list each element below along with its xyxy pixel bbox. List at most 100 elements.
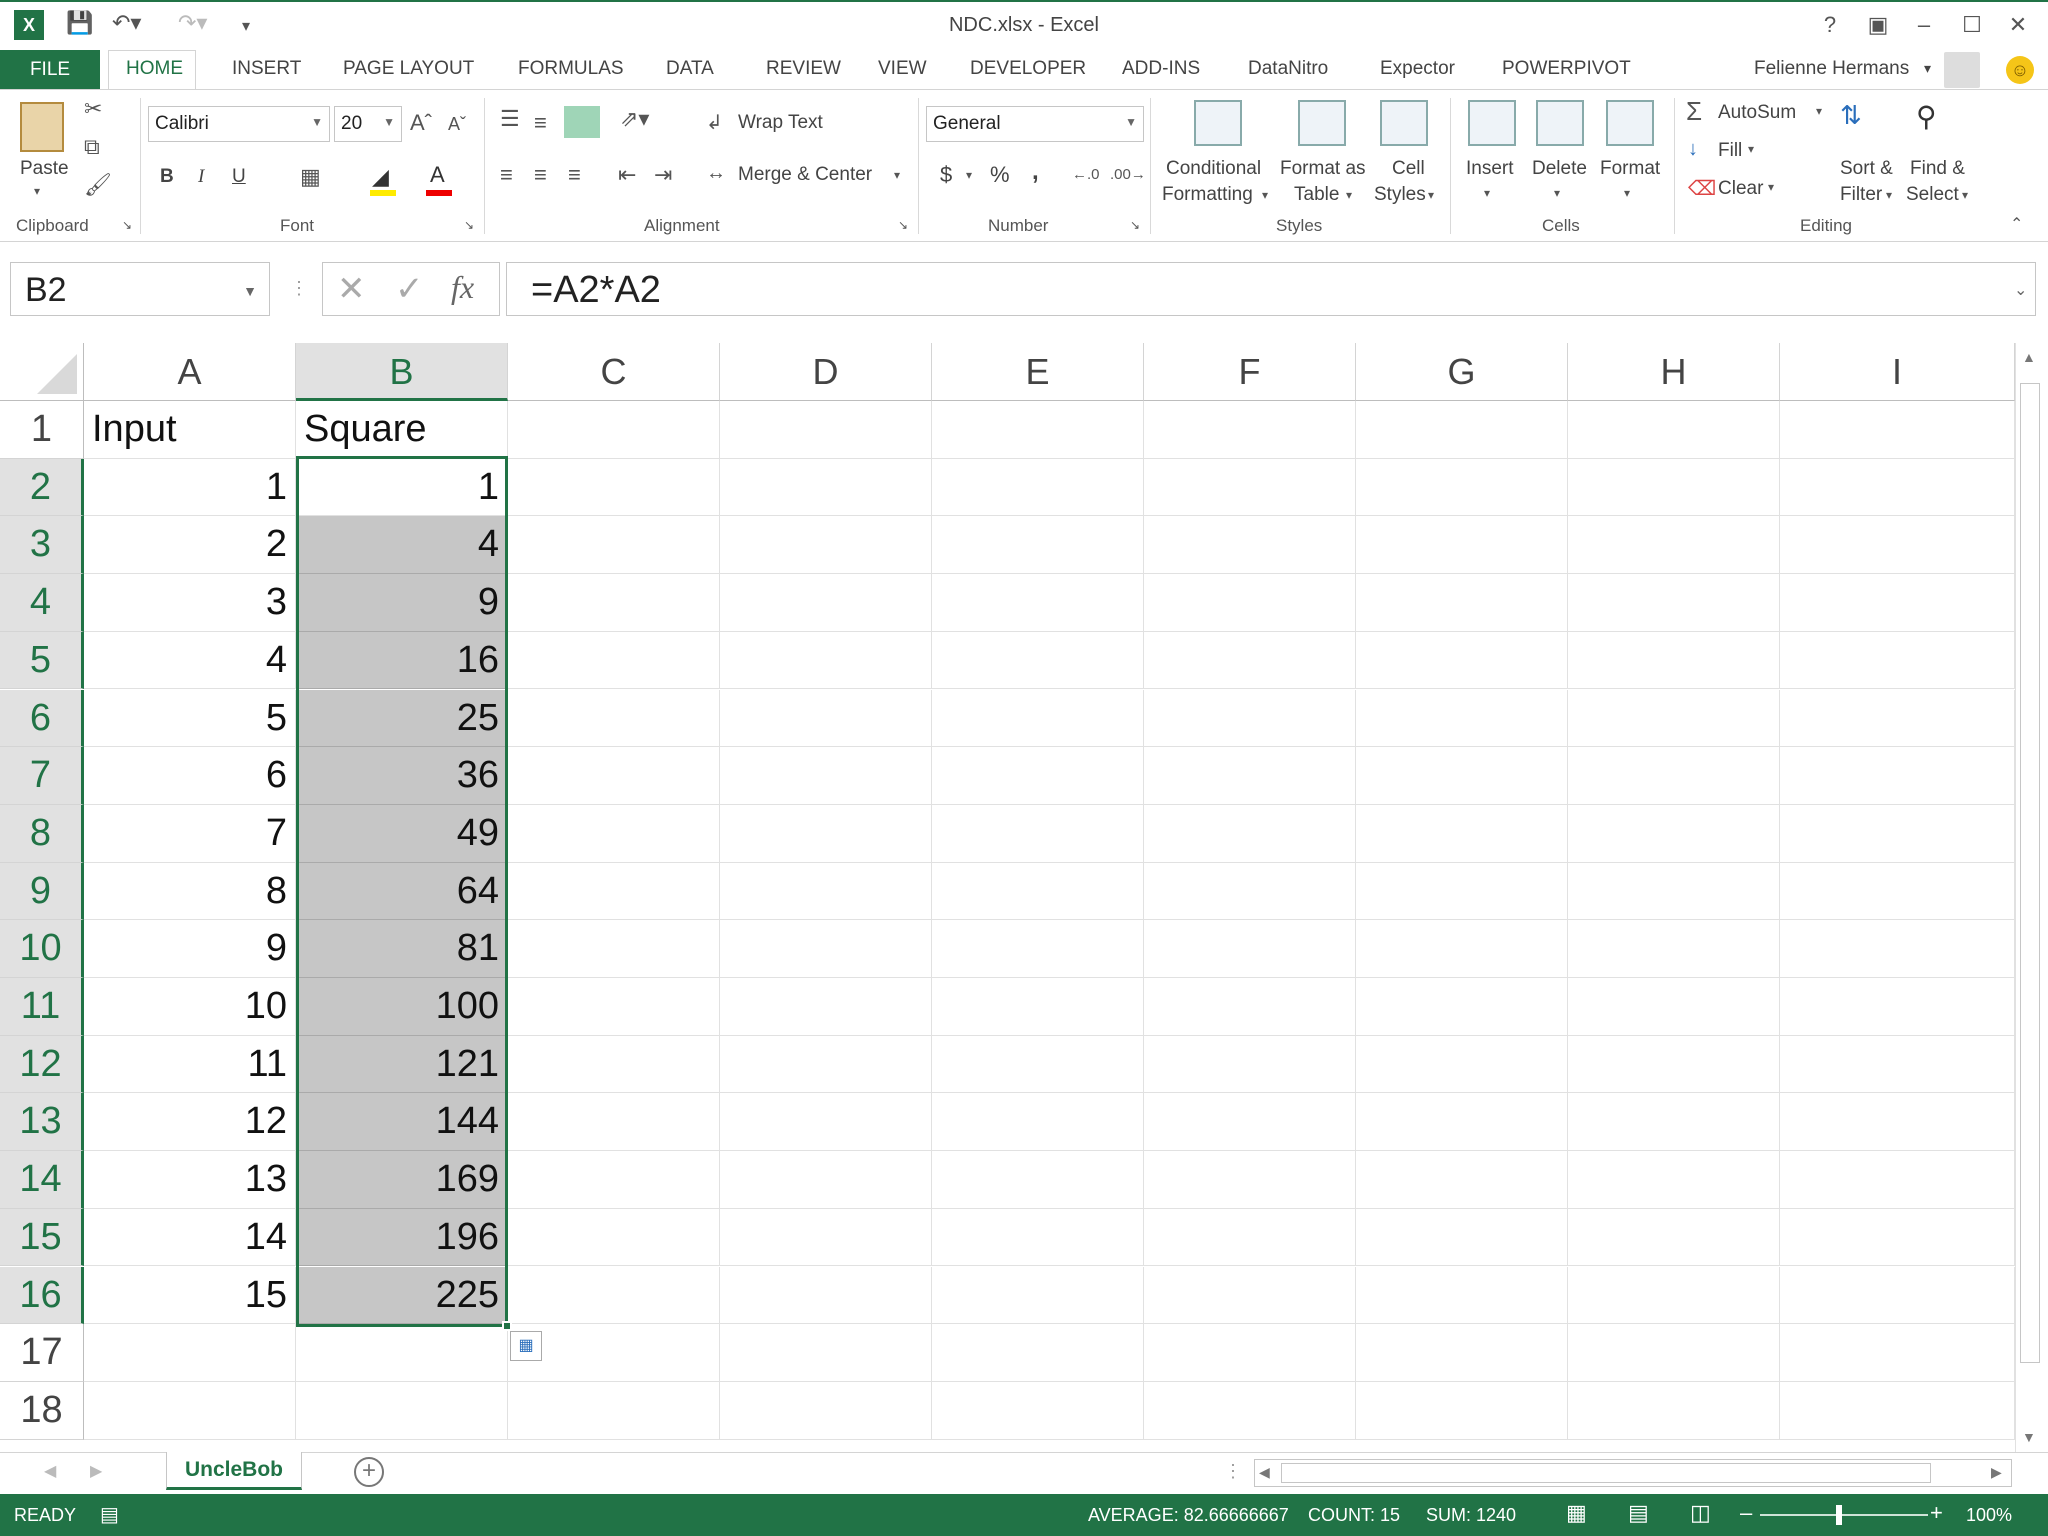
cell-H15[interactable]	[1568, 1208, 1780, 1267]
cell-E14[interactable]	[932, 1151, 1144, 1209]
cell-H4[interactable]	[1568, 574, 1780, 632]
row-header[interactable]: 16	[0, 1266, 84, 1325]
cell-B1[interactable]: Square	[296, 401, 508, 459]
row-header[interactable]: 10	[0, 920, 84, 978]
row-header[interactable]: 4	[0, 574, 84, 632]
cell-A9[interactable]: 8	[84, 862, 296, 921]
row-header[interactable]: 5	[0, 631, 84, 690]
cell-A15[interactable]: 14	[84, 1208, 296, 1267]
cell-A8[interactable]: 7	[84, 804, 296, 863]
percent-button[interactable]: %	[990, 162, 1010, 188]
cell-D17[interactable]	[720, 1324, 932, 1382]
cell-A18[interactable]	[84, 1381, 296, 1440]
number-format-combo[interactable]: General ▼	[926, 106, 1144, 142]
cell-H18[interactable]	[1568, 1381, 1780, 1440]
tab-formulas[interactable]: FORMULAS	[518, 58, 624, 80]
minimize-icon[interactable]: –	[1904, 12, 1944, 38]
cell-I3[interactable]	[1780, 516, 2015, 575]
cell-A16[interactable]: 15	[84, 1266, 296, 1325]
tab-developer[interactable]: DEVELOPER	[970, 58, 1086, 80]
sheet-scroll-left-icon[interactable]: ◀	[44, 1461, 56, 1481]
cell-G18[interactable]	[1356, 1381, 1568, 1440]
cell-G13[interactable]	[1356, 1093, 1568, 1152]
cell-H9[interactable]	[1568, 862, 1780, 921]
scroll-up-icon[interactable]: ▲	[2022, 349, 2036, 365]
cell-C13[interactable]	[508, 1093, 720, 1152]
smiley-feedback-icon[interactable]: ☺	[2006, 56, 2034, 84]
cell-I16[interactable]	[1780, 1266, 2015, 1325]
cell-D8[interactable]	[720, 804, 932, 863]
autosum-button[interactable]: AutoSum	[1718, 102, 1796, 124]
cell-C7[interactable]	[508, 747, 720, 805]
tab-insert[interactable]: INSERT	[232, 58, 301, 80]
tab-review[interactable]: REVIEW	[766, 58, 841, 80]
cell-H6[interactable]	[1568, 689, 1780, 748]
cell-C18[interactable]	[508, 1381, 720, 1440]
cell-F4[interactable]	[1144, 574, 1356, 632]
zoom-slider-thumb[interactable]	[1836, 1505, 1842, 1525]
cell-C5[interactable]	[508, 631, 720, 690]
orientation-icon[interactable]: ⇗▾	[620, 106, 649, 132]
conditional-formatting-label-1[interactable]: Conditional	[1166, 158, 1261, 180]
insert-chevron-icon[interactable]: ▾	[1484, 186, 1490, 200]
cell-G12[interactable]	[1356, 1035, 1568, 1094]
cell-F12[interactable]	[1144, 1035, 1356, 1094]
delete-cells-icon[interactable]	[1536, 100, 1584, 146]
cell-E5[interactable]	[932, 631, 1144, 690]
zoom-slider-track[interactable]	[1760, 1514, 1928, 1516]
cell-C1[interactable]	[508, 401, 720, 459]
paste-chevron-icon[interactable]: ▾	[34, 184, 40, 198]
wrap-text-button[interactable]: Wrap Text	[738, 112, 823, 134]
font-color-icon[interactable]: A	[430, 162, 445, 188]
align-bottom-icon[interactable]	[564, 106, 600, 138]
sort-filter-chevron-icon[interactable]: ▾	[1886, 188, 1892, 202]
formula-input[interactable]: =A2*A2	[506, 262, 2036, 316]
merge-center-icon[interactable]: ↔	[706, 162, 726, 185]
increase-indent-icon[interactable]: ⇥	[654, 162, 672, 188]
cell-B17[interactable]	[296, 1324, 508, 1382]
format-as-table-label-1[interactable]: Format as	[1280, 158, 1366, 180]
fill-chevron-icon[interactable]: ▾	[1748, 142, 1754, 156]
tab-split-handle-icon[interactable]: ⋮	[1224, 1461, 1242, 1482]
cell-I14[interactable]	[1780, 1151, 2015, 1209]
clear-button[interactable]: Clear	[1718, 178, 1763, 200]
currency-button[interactable]: $	[940, 162, 952, 188]
row-header[interactable]: 15	[0, 1208, 84, 1267]
cell-styles-label-2[interactable]: Styles	[1374, 184, 1426, 206]
cell-G14[interactable]	[1356, 1151, 1568, 1209]
align-center-icon[interactable]: ≡	[534, 162, 547, 188]
cell-D16[interactable]	[720, 1266, 932, 1325]
cell-E16[interactable]	[932, 1266, 1144, 1325]
expand-formula-bar-icon[interactable]: ⌄	[2014, 280, 2027, 300]
font-size-combo[interactable]: 20 ▼	[334, 106, 402, 142]
cell-G1[interactable]	[1356, 401, 1568, 459]
tab-data[interactable]: DATA	[666, 58, 714, 80]
align-right-icon[interactable]: ≡	[568, 162, 581, 188]
maximize-icon[interactable]: ☐	[1952, 12, 1992, 38]
shrink-font-icon[interactable]: Aˇ	[448, 114, 466, 135]
row-header[interactable]: 14	[0, 1151, 84, 1209]
fill-handle[interactable]	[502, 1321, 512, 1331]
row-header[interactable]: 2	[0, 458, 84, 517]
cell-A7[interactable]: 6	[84, 747, 296, 805]
insert-function-icon[interactable]: fx	[451, 269, 474, 306]
sheet-scroll-right-icon[interactable]: ▶	[90, 1461, 102, 1481]
cell-I9[interactable]	[1780, 862, 2015, 921]
cell-E1[interactable]	[932, 401, 1144, 459]
column-header[interactable]: D	[720, 343, 932, 401]
grow-font-icon[interactable]: Aˆ	[410, 110, 432, 136]
formula-bar-resize-icon[interactable]: ⋮	[290, 278, 308, 299]
cell-I15[interactable]	[1780, 1208, 2015, 1267]
cell-F8[interactable]	[1144, 804, 1356, 863]
cell-E3[interactable]	[932, 516, 1144, 575]
delete-chevron-icon[interactable]: ▾	[1554, 186, 1560, 200]
cell-A5[interactable]: 4	[84, 631, 296, 690]
cell-C16[interactable]	[508, 1266, 720, 1325]
cell-G7[interactable]	[1356, 747, 1568, 805]
autosum-chevron-icon[interactable]: ▾	[1816, 104, 1822, 118]
cell-G5[interactable]	[1356, 631, 1568, 690]
cell-D14[interactable]	[720, 1151, 932, 1209]
cell-A4[interactable]: 3	[84, 574, 296, 632]
format-as-table-chevron-icon[interactable]: ▾	[1346, 188, 1352, 202]
tab-add-ins[interactable]: ADD-INS	[1122, 58, 1200, 80]
